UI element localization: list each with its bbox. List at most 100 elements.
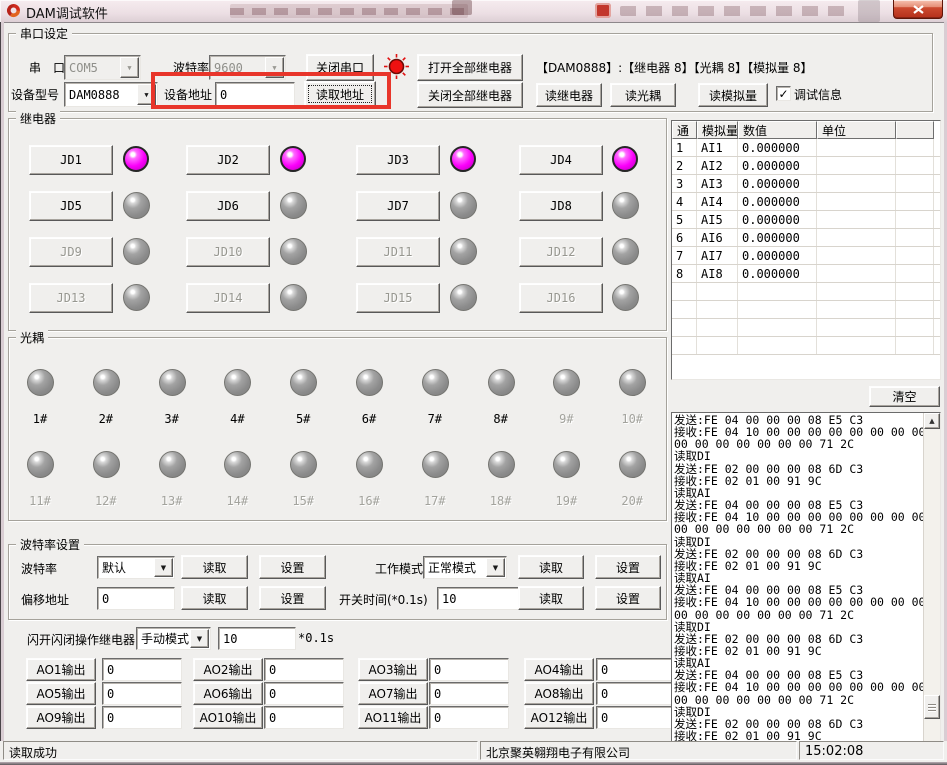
relay-button-JD13[interactable]: JD13 xyxy=(29,283,113,313)
device-address-input[interactable]: 0 xyxy=(215,82,295,107)
switch-time-set-button[interactable]: 设置 xyxy=(595,586,661,610)
flash-time-input[interactable]: 10 xyxy=(218,627,296,650)
close-button[interactable] xyxy=(893,0,943,19)
relay-button-JD14[interactable]: JD14 xyxy=(186,283,270,313)
relay-button-JD12[interactable]: JD12 xyxy=(519,237,603,267)
offset-set-button[interactable]: 设置 xyxy=(259,586,326,610)
work-mode-value: 正常模式 xyxy=(428,559,476,576)
work-mode-set-button[interactable]: 设置 xyxy=(595,555,661,579)
scroll-up-arrow-icon[interactable]: ▲ xyxy=(924,413,940,429)
device-model-select[interactable]: DAM0888 ▼ xyxy=(64,82,158,107)
table-row: 3AI30.000000 xyxy=(672,175,940,193)
debug-info-checkbox[interactable]: ✓ xyxy=(776,86,791,101)
table-cell xyxy=(896,265,934,282)
work-mode-read-button[interactable]: 读取 xyxy=(518,555,584,579)
table-cell xyxy=(896,283,934,300)
ao-output-button-8[interactable]: AO8输出 xyxy=(524,682,594,705)
table-header-cell[interactable]: 通 xyxy=(672,121,697,139)
table-header-cell[interactable] xyxy=(896,121,934,139)
table-cell: 0.000000 xyxy=(738,247,817,264)
baud-default-select[interactable]: 默认 ▼ xyxy=(97,556,175,579)
read-address-button[interactable]: 读取地址 xyxy=(304,81,376,107)
relay-button-JD16[interactable]: JD16 xyxy=(519,283,603,313)
relay-button-JD4[interactable]: JD4 xyxy=(519,145,603,175)
read-analog-button[interactable]: 读模拟量 xyxy=(698,83,768,107)
relay-button-JD6[interactable]: JD6 xyxy=(186,191,270,221)
comm-log-panel[interactable]: 发送:FE 04 00 00 00 08 E5 C3接收:FE 04 10 00… xyxy=(671,412,941,743)
close-serial-button[interactable]: 关闭串口 xyxy=(306,54,374,81)
ao-output-input-5[interactable]: 0 xyxy=(102,682,182,705)
com-port-select[interactable]: COM5 ▼ xyxy=(64,55,141,80)
ao-output-button-5[interactable]: AO5输出 xyxy=(26,682,96,705)
table-cell xyxy=(817,193,896,210)
relay-button-JD7[interactable]: JD7 xyxy=(356,191,440,221)
ao-output-input-4[interactable]: 0 xyxy=(596,658,676,681)
ao-output-input-10[interactable]: 0 xyxy=(264,706,344,729)
close-icon xyxy=(913,5,924,14)
baud-set-button[interactable]: 设置 xyxy=(259,555,326,579)
ao-output-button-11[interactable]: AO11输出 xyxy=(358,706,428,729)
baud-read-button[interactable]: 读取 xyxy=(181,555,248,579)
work-mode-select[interactable]: 正常模式 ▼ xyxy=(423,556,507,579)
opto-label-5#: 5# xyxy=(286,412,320,426)
table-cell: 2 xyxy=(672,157,697,174)
relay-button-JD2[interactable]: JD2 xyxy=(186,145,270,175)
ao-output-input-3[interactable]: 0 xyxy=(429,658,509,681)
log-line: 读取DI xyxy=(674,536,923,548)
offset-read-button[interactable]: 读取 xyxy=(181,586,248,610)
table-header-cell[interactable]: 单位 xyxy=(817,121,896,139)
ao-output-button-1[interactable]: AO1输出 xyxy=(26,658,96,681)
baud-rate-select[interactable]: 9600 ▼ xyxy=(209,55,286,80)
relay-button-JD3[interactable]: JD3 xyxy=(356,145,440,175)
relay-button-JD15[interactable]: JD15 xyxy=(356,283,440,313)
opto-label-15#: 15# xyxy=(286,494,320,508)
ao-output-button-4[interactable]: AO4输出 xyxy=(524,658,594,681)
open-all-relays-button[interactable]: 打开全部继电器 xyxy=(417,54,523,81)
flash-mode-select[interactable]: 手动模式 ▼ xyxy=(136,627,211,650)
relay-button-JD5[interactable]: JD5 xyxy=(29,191,113,221)
ao-output-button-12[interactable]: AO12输出 xyxy=(524,706,594,729)
ao-output-button-2[interactable]: AO2输出 xyxy=(193,658,263,681)
switch-time-input[interactable]: 10 xyxy=(437,587,521,610)
switch-time-read-button[interactable]: 读取 xyxy=(518,586,584,610)
table-header-cell[interactable]: 模拟量 xyxy=(697,121,738,139)
ao-output-input-1[interactable]: 0 xyxy=(102,658,182,681)
relay-button-JD11[interactable]: JD11 xyxy=(356,237,440,267)
opto-indicator-9# xyxy=(553,369,580,396)
ao-output-button-7[interactable]: AO7输出 xyxy=(358,682,428,705)
table-body: 1AI10.0000002AI20.0000003AI30.0000004AI4… xyxy=(672,139,940,355)
table-row: 2AI20.000000 xyxy=(672,157,940,175)
ao-output-button-9[interactable]: AO9输出 xyxy=(26,706,96,729)
switch-time-label: 开关时间(*0.1s) xyxy=(339,591,428,608)
ao-output-button-10[interactable]: AO10输出 xyxy=(193,706,263,729)
scrollbar-thumb[interactable] xyxy=(924,695,940,719)
table-header-cell[interactable]: 数值 xyxy=(738,121,817,139)
close-all-relays-button[interactable]: 关闭全部继电器 xyxy=(417,82,523,108)
opto-label-19#: 19# xyxy=(549,494,583,508)
read-opto-button[interactable]: 读光耦 xyxy=(610,83,676,107)
ao-output-input-12[interactable]: 0 xyxy=(596,706,676,729)
baud-rate-value: 9600 xyxy=(214,61,243,75)
ao-output-input-2[interactable]: 0 xyxy=(264,658,344,681)
ao-output-input-7[interactable]: 0 xyxy=(429,682,509,705)
ao-output-button-3[interactable]: AO3输出 xyxy=(358,658,428,681)
relay-button-JD8[interactable]: JD8 xyxy=(519,191,603,221)
read-relay-button[interactable]: 读继电器 xyxy=(536,83,602,107)
relay-button-JD1[interactable]: JD1 xyxy=(29,145,113,175)
group-title: 波特率设置 xyxy=(16,536,84,553)
titlebar[interactable]: DAM调试软件 xyxy=(0,0,947,23)
ao-output-button-6[interactable]: AO6输出 xyxy=(193,682,263,705)
ao-output-input-11[interactable]: 0 xyxy=(429,706,509,729)
table-cell: 0.000000 xyxy=(738,211,817,228)
opto-label-1#: 1# xyxy=(23,412,57,426)
ao-output-input-6[interactable]: 0 xyxy=(264,682,344,705)
relay-indicator-7-off xyxy=(450,192,477,219)
log-scrollbar[interactable]: ▲ xyxy=(923,413,940,742)
ao-output-input-9[interactable]: 0 xyxy=(102,706,182,729)
table-cell: AI3 xyxy=(697,175,738,192)
ao-output-input-8[interactable]: 0 xyxy=(596,682,676,705)
relay-button-JD10[interactable]: JD10 xyxy=(186,237,270,267)
offset-address-input[interactable]: 0 xyxy=(97,587,175,610)
clear-log-button[interactable]: 清空 xyxy=(869,386,940,407)
relay-button-JD9[interactable]: JD9 xyxy=(29,237,113,267)
